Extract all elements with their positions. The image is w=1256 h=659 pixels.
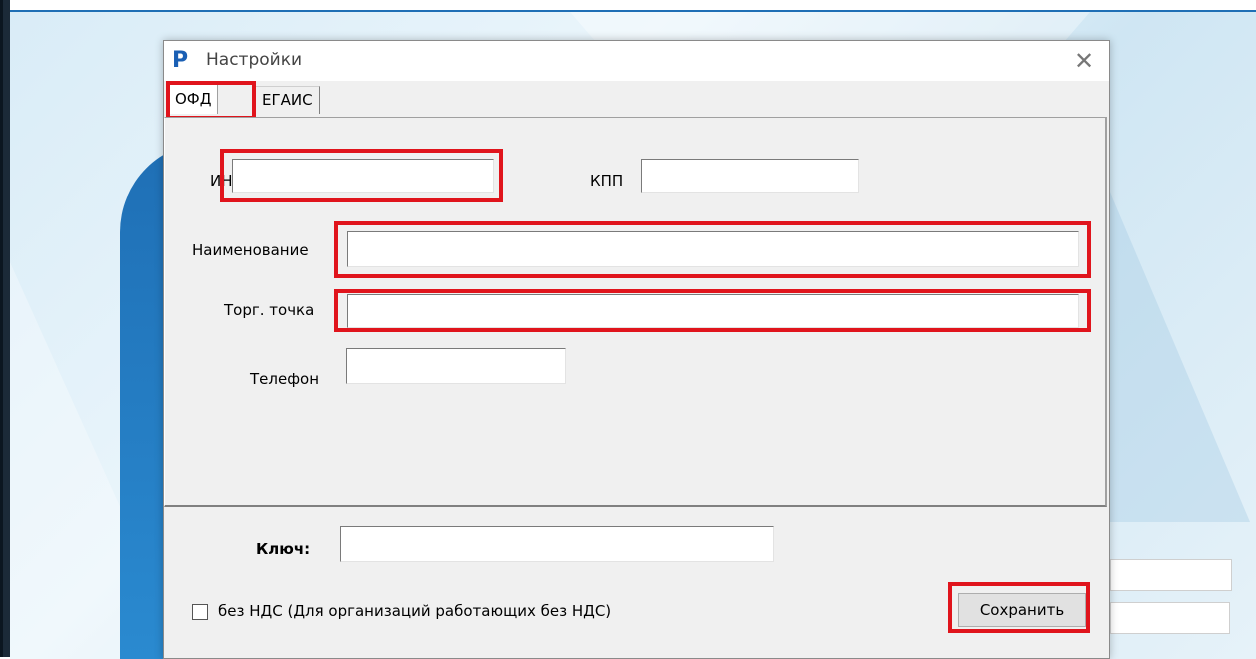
- kpp-input[interactable]: [641, 159, 859, 193]
- outlet-label: Торг. точка: [224, 301, 315, 319]
- background-edge: [0, 0, 3, 657]
- title-bar[interactable]: P Настройки ✕: [164, 41, 1109, 81]
- tab-ofd[interactable]: ОФД: [168, 83, 219, 114]
- inn-input[interactable]: [232, 159, 494, 193]
- phone-label: Телефон: [250, 370, 320, 388]
- background-field: [1110, 602, 1230, 634]
- name-input[interactable]: [347, 231, 1079, 267]
- no-vat-checkbox[interactable]: [192, 604, 208, 620]
- save-button[interactable]: Сохранить: [958, 593, 1086, 627]
- dialog-title: Настройки: [206, 50, 303, 70]
- tab-egais[interactable]: ЕГАИС: [256, 86, 320, 114]
- app-logo-icon: P: [172, 48, 189, 73]
- background-field: [1110, 559, 1232, 591]
- name-label: Наименование: [192, 241, 309, 259]
- key-label: Ключ:: [256, 540, 311, 558]
- tab-strip: ОФД ЕГАИС: [164, 81, 1109, 119]
- close-icon[interactable]: ✕: [1069, 46, 1099, 76]
- kpp-label: КПП: [590, 172, 624, 190]
- no-vat-label[interactable]: без НДС (Для организаций работающих без …: [218, 602, 611, 620]
- key-input[interactable]: [340, 526, 774, 562]
- settings-dialog: P Настройки ✕ ОФД ЕГАИС ИНН КПП Наименов…: [163, 40, 1110, 659]
- outlet-input[interactable]: [347, 294, 1079, 328]
- phone-input[interactable]: [346, 348, 566, 384]
